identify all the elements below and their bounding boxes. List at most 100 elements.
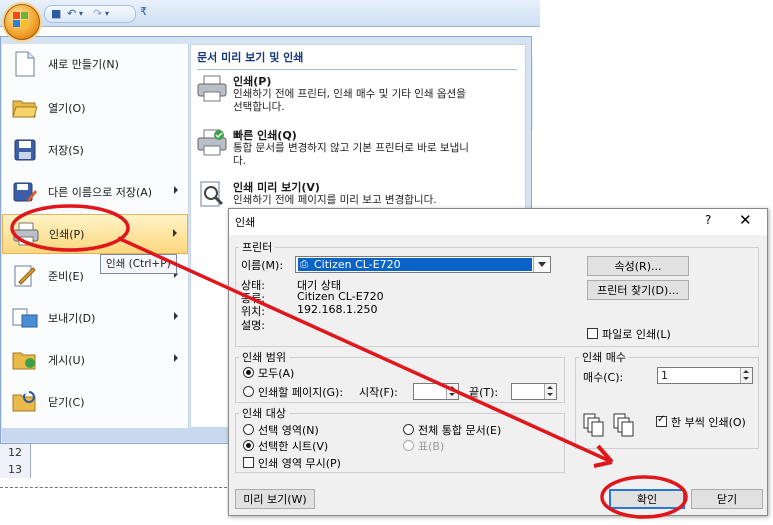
range-pages-label: 인쇄할 페이지(G): — [258, 386, 344, 399]
submenu-item-title: 인쇄(P) — [233, 75, 272, 88]
properties-button[interactable]: 속성(R)... — [587, 256, 689, 276]
range-pages-radio[interactable] — [243, 386, 254, 397]
submenu-item-description: 통합 문서를 변경하지 않고 기본 프린터로 바로 보냅니다. — [233, 142, 469, 167]
preview-button[interactable]: 미리 보기(W) — [235, 489, 315, 509]
submenu-item-title: 빠른 인쇄(Q) — [233, 129, 297, 142]
printer-icon — [197, 75, 227, 105]
copies-value: 1 — [661, 369, 668, 382]
table-label: 표(B) — [418, 440, 445, 453]
printer-name-value: Citizen CL-E720 — [298, 258, 532, 271]
spinner-icon[interactable] — [544, 384, 556, 399]
dialog-title: 인쇄 — [235, 216, 256, 229]
menu-item-label: 저장(S) — [48, 144, 84, 157]
redo-icon[interactable]: ↷ — [93, 7, 102, 20]
copies-group-label: 인쇄 매수 — [579, 349, 629, 365]
print-preview-icon — [197, 181, 227, 211]
selection-label: 선택 영역(N) — [258, 424, 319, 437]
save-as-icon — [10, 178, 40, 206]
open-folder-icon — [10, 94, 40, 122]
active-sheets-label: 선택한 시트(V) — [258, 440, 329, 453]
sheet-row — [0, 478, 232, 486]
close-icon[interactable]: ✕ — [739, 211, 752, 229]
menu-item-label: 열기(O) — [48, 102, 86, 115]
quick-print-icon — [197, 129, 227, 159]
office-logo-icon — [13, 12, 29, 28]
range-all-label: 모두(A) — [258, 367, 295, 380]
print-to-file-checkbox[interactable] — [587, 328, 598, 339]
printer-icon — [11, 220, 41, 248]
spinner-icon[interactable] — [446, 384, 458, 399]
collate-label: 한 부씩 인쇄(O) — [671, 416, 746, 429]
undo-dropdown-icon[interactable]: ▾ — [79, 9, 83, 18]
close-button[interactable]: 닫기 — [691, 489, 763, 509]
menu-item-save[interactable]: 저장(S) — [2, 130, 188, 170]
menu-item-label: 보내기(D) — [48, 312, 96, 325]
printer-name-select[interactable]: Citizen CL-E720 ⎙ — [295, 256, 551, 273]
menu-item-label: 다른 이름으로 저장(A) — [48, 186, 153, 199]
from-label: 시작(F): — [359, 386, 398, 399]
copies-label: 매수(C): — [583, 371, 624, 384]
submenu-item-title: 인쇄 미리 보기(V) — [233, 181, 320, 194]
chevron-down-icon[interactable] — [533, 257, 550, 272]
save-icon[interactable]: ■ — [51, 7, 61, 20]
menu-item-print[interactable]: 인쇄(P) — [2, 214, 188, 254]
comment-label: 설명: — [241, 319, 265, 332]
print-to-file-label: 파일로 인쇄(L) — [602, 328, 671, 341]
submenu-arrow-icon — [173, 229, 177, 237]
menu-item-label: 게시(U) — [48, 354, 85, 367]
ok-button[interactable]: 확인 — [609, 489, 685, 509]
printer-name-label: 이름(M): — [241, 259, 284, 272]
to-page-input[interactable] — [511, 383, 557, 400]
table-radio — [403, 440, 414, 451]
menu-item-open[interactable]: 열기(O) — [2, 88, 188, 128]
close-folder-icon — [10, 388, 40, 416]
ignore-print-areas-checkbox[interactable] — [243, 457, 254, 468]
printer-group-label: 프린터 — [239, 239, 276, 255]
selection-radio[interactable] — [243, 424, 254, 435]
active-sheets-radio[interactable] — [243, 440, 254, 451]
send-icon — [10, 304, 40, 332]
spinner-icon[interactable] — [740, 368, 752, 383]
menu-item-label: 닫기(C) — [48, 396, 85, 409]
menu-item-send[interactable]: 보내기(D) — [2, 298, 188, 338]
sheet-row — [0, 444, 232, 462]
menu-item-publish[interactable]: 게시(U) — [2, 340, 188, 380]
office-menu-commands: 새로 만들기(N) 열기(O) 저장(S) 다른 이름으로 저장(A) 인쇄(P… — [2, 44, 189, 428]
row-header[interactable]: 12 — [0, 444, 31, 462]
entire-workbook-radio[interactable] — [403, 424, 414, 435]
menu-item-label: 새로 만들기(N) — [48, 58, 119, 71]
help-button[interactable]: ? — [705, 213, 711, 227]
sheet-row — [0, 461, 232, 479]
copies-input[interactable]: 1 — [657, 367, 753, 384]
find-printer-button[interactable]: 프린터 찾기(D)... — [587, 280, 689, 300]
menu-item-save-as[interactable]: 다른 이름으로 저장(A) — [2, 172, 188, 212]
print-area-boundary — [0, 487, 232, 488]
publish-icon — [10, 346, 40, 374]
where-value: 192.168.1.250 — [297, 303, 378, 316]
collate-checkbox[interactable] — [656, 414, 667, 427]
save-disk-icon — [10, 136, 40, 164]
from-page-input[interactable] — [413, 383, 459, 400]
submenu-item-print[interactable]: 인쇄(P) 인쇄하기 전에 프린터, 인쇄 매수 및 기타 인쇄 옵션을 선택합… — [197, 73, 517, 123]
new-document-icon — [10, 50, 40, 78]
print-range-label: 인쇄 범위 — [239, 349, 289, 365]
quick-access-toolbar: ■ ↶ ▾ ↷ ▾ — [44, 5, 136, 23]
print-dialog: 인쇄 ? ✕ 프린터 이름(M): Citizen CL-E720 ⎙ 상태: … — [228, 208, 768, 516]
menu-item-new[interactable]: 새로 만들기(N) — [2, 44, 188, 84]
dialog-title-bar: 인쇄 ? ✕ — [229, 209, 767, 235]
row-header[interactable]: 13 — [0, 461, 31, 479]
menu-item-close[interactable]: 닫기(C) — [2, 382, 188, 422]
print-shortcut-tooltip: 인쇄 (Ctrl+P) — [100, 254, 177, 274]
range-all-radio[interactable] — [243, 367, 254, 378]
submenu-item-description: 인쇄하기 전에 프린터, 인쇄 매수 및 기타 인쇄 옵션을 선택합니다. — [233, 88, 466, 113]
entire-workbook-label: 전체 통합 문서(E) — [418, 424, 502, 437]
undo-icon[interactable]: ↶ — [67, 7, 76, 20]
qat-customize-icon[interactable]: ₹ — [140, 5, 147, 18]
print-what-label: 인쇄 대상 — [239, 405, 289, 421]
submenu-item-quick-print[interactable]: 빠른 인쇄(Q) 통합 문서를 변경하지 않고 기본 프린터로 바로 보냅니다. — [197, 127, 517, 177]
type-value: Citizen CL-E720 — [297, 290, 384, 303]
submenu-arrow-icon — [174, 354, 178, 362]
submenu-item-description: 인쇄하기 전에 페이지를 미리 보고 변경합니다. — [233, 194, 437, 206]
ignore-print-areas-label: 인쇄 영역 무시(P) — [258, 457, 341, 470]
redo-dropdown-icon[interactable]: ▾ — [105, 9, 109, 18]
